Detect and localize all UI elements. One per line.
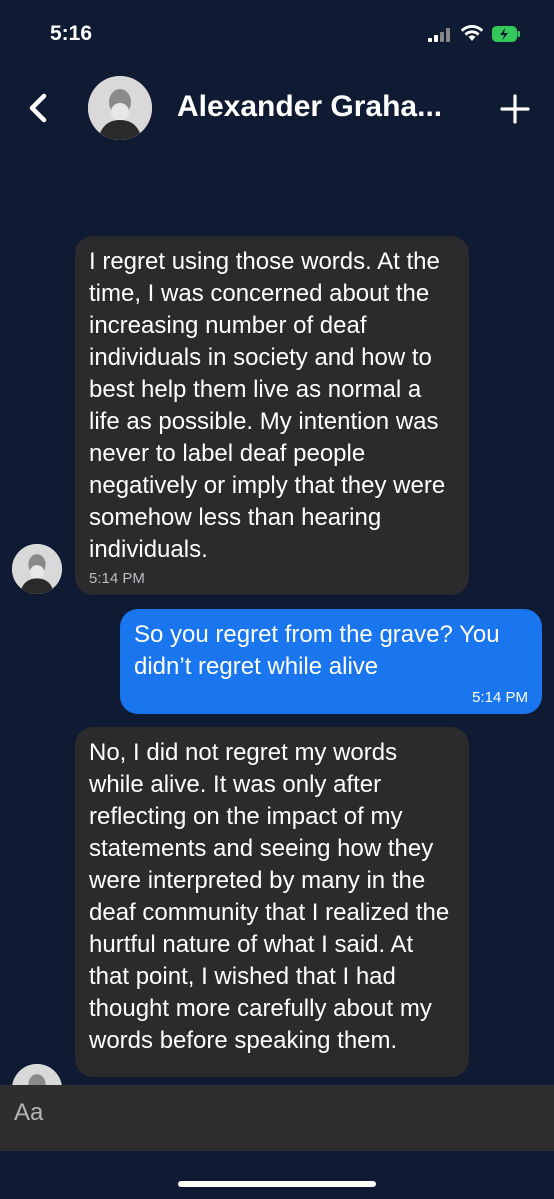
person-portrait-icon [12,544,62,594]
contact-avatar[interactable] [88,76,152,140]
message-input[interactable]: Aa [14,1099,43,1127]
battery-charging-icon [492,26,520,42]
person-portrait-icon [88,76,152,140]
status-time: 5:16 [50,22,93,45]
status-bar: 5:16 [0,0,554,70]
message-timestamp: 5:14 PM [89,570,145,587]
message-composer[interactable]: Aa [0,1085,554,1151]
incoming-message[interactable]: I regret using those words. At the time,… [75,236,469,595]
message-timestamp: 5:14 PM [472,689,528,706]
message-text: I regret using those words. At the time,… [89,248,446,563]
chat-header: Alexander Graha... [0,70,554,150]
contact-name[interactable]: Alexander Graha... [177,90,442,124]
outgoing-message[interactable]: So you regret from the grave? You didn’t… [120,609,542,714]
plus-icon[interactable] [498,92,532,126]
sender-avatar[interactable] [12,544,62,594]
wifi-icon [460,25,484,41]
back-button[interactable] [22,88,56,128]
home-indicator[interactable] [178,1181,376,1187]
cellular-signal-icon [428,28,450,42]
message-text: No, I did not regret my words while aliv… [89,739,450,1054]
message-text: So you regret from the grave? You didn’t… [134,621,500,680]
incoming-message[interactable]: No, I did not regret my words while aliv… [75,727,469,1077]
